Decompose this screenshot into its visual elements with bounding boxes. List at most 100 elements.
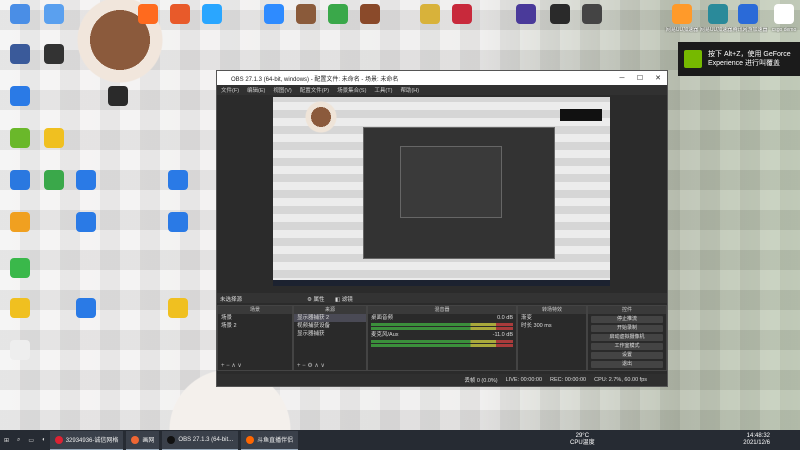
desktop-icon[interactable] [36,170,72,191]
menu-view[interactable]: 视图(V) [273,86,291,94]
menu-edit[interactable]: 编辑(E) [247,86,265,94]
desktop-icon[interactable] [2,86,38,107]
source-item[interactable]: 显示器捕获 [294,330,366,338]
menu-scene-collection[interactable]: 场景集合(S) [337,86,366,94]
desktop-icon[interactable] [194,4,230,25]
desktop-icon[interactable] [766,4,800,25]
desktop-icon[interactable] [68,298,104,319]
close-icon[interactable]: ✕ [649,74,667,82]
obs-menubar: 文件(F) 编辑(E) 视图(V) 配置文件(P) 场景集合(S) 工具(T) … [217,85,667,95]
menu-profile[interactable]: 配置文件(P) [300,86,329,94]
desktop-icon-caption: csgo demo [766,26,800,33]
desktop-icon[interactable] [508,4,544,25]
mixer-channel-2: 麦克风/Aux -11.0 dB [368,331,516,339]
menu-tools[interactable]: 工具(T) [374,86,392,94]
desktop-icon[interactable] [2,298,38,319]
app-icon [54,435,63,444]
app-icon [10,298,30,318]
taskbar-app-label: 画网 [142,438,155,444]
weather-widget[interactable]: 29°C CPU温度 [570,433,595,447]
search-icon[interactable]: ⌕ [13,430,24,450]
start-recording-button[interactable]: 开始录制 [591,325,663,332]
obs-preview[interactable] [273,97,610,286]
app-icon [10,212,30,232]
scenes-dock: 场景 场景 场景 2 + − ∧ ∨ [217,305,293,371]
menu-help[interactable]: 帮助(H) [400,86,419,94]
desktop-icon[interactable] [412,4,448,25]
taskbar-app[interactable]: OBS 27.1.3 (64-bit... [162,430,239,450]
app-icon [10,4,30,24]
scenes-footer: + − ∧ ∨ [221,363,242,369]
app-icon [774,4,794,24]
geforce-toast[interactable]: 按下 Alt+Z，使用 GeForce Experience 进行叫覆盖 [678,42,800,76]
app-icon [44,170,64,190]
obs-window[interactable]: OBS 27.1.3 (64-bit, windows) - 配置文件: 未命名… [216,70,668,387]
scene-item[interactable]: 场景 2 [218,322,292,330]
taskbar-app[interactable]: 斗鱼直播伴侣 [241,430,299,450]
channel-1-db: 0.0 dB [497,315,513,321]
task-view-icon[interactable]: ▭ [24,430,38,450]
source-item[interactable]: 显示器捕获 2 [294,314,366,322]
desktop-icon[interactable] [2,128,38,149]
desktop-icon[interactable] [68,170,104,191]
desktop-icon[interactable] [100,86,136,107]
desktop-icon[interactable] [664,4,700,25]
transitions-dock: 转场特效 渐变 时长 300 ms [517,305,587,371]
desktop-icon[interactable] [444,4,480,25]
duration-row[interactable]: 时长 300 ms [518,322,586,330]
nvidia-icon [684,50,702,68]
desktop-icon[interactable] [160,212,196,233]
desktop-icon[interactable] [36,4,72,25]
desktop-icon[interactable] [730,4,766,25]
app-icon [44,4,64,24]
desktop-icon[interactable] [2,340,38,361]
system-clock[interactable]: 14:48:32 2021/12/6 [743,433,770,447]
desktop-icon-label: csgo demo [771,27,797,33]
desktop-icon[interactable] [2,170,38,191]
studio-mode-button[interactable]: 工作室模式 [591,343,663,350]
desktop-icon[interactable] [542,4,578,25]
maximize-icon[interactable]: ☐ [631,74,649,82]
desktop-icon[interactable] [352,4,388,25]
virtual-camera-button[interactable]: 启动虚拟摄像机 [591,334,663,341]
app-icon [10,44,30,64]
desktop-icon[interactable] [2,4,38,25]
minimize-icon[interactable]: ─ [613,75,631,82]
obs-docks: 场景 场景 场景 2 + − ∧ ∨ 来源 显示器捕获 2 视频捕获设备 显示器… [217,305,667,371]
desktop-icon[interactable] [320,4,356,25]
desktop-icon[interactable] [256,4,292,25]
desktop-icon[interactable] [288,4,324,25]
scene-item[interactable]: 场景 [218,314,292,322]
desktop-icon[interactable] [130,4,166,25]
desktop-icon-caption: 网易UU加速器 [698,26,734,33]
obs-titlebar[interactable]: OBS 27.1.3 (64-bit, windows) - 配置文件: 未命名… [217,71,667,85]
edge-icon[interactable]: ◐ [38,430,50,450]
desktop-icon[interactable] [2,258,38,279]
stop-streaming-button[interactable]: 停止推流 [591,316,663,323]
settings-button[interactable]: 设置 [591,352,663,359]
desktop-icon[interactable] [68,212,104,233]
filters-button[interactable]: ◧ 滤镜 [335,295,353,303]
properties-button[interactable]: ⚙ 属性 [307,295,324,303]
taskbar-app[interactable]: 32934936-诚信网格 [49,430,124,450]
mixer-channel-1: 桌面音频 0.0 dB [368,314,516,322]
taskbar-app[interactable]: 画网 [126,430,160,450]
exit-button[interactable]: 退出 [591,361,663,368]
desktop-icon[interactable] [160,298,196,319]
desktop-icon[interactable] [162,4,198,25]
app-icon [10,258,30,278]
app-icon [328,4,348,24]
app-icon [167,435,176,444]
desktop-icon[interactable] [160,170,196,191]
menu-file[interactable]: 文件(F) [221,86,239,94]
desktop-icon[interactable] [36,44,72,65]
source-item[interactable]: 视频捕获设备 [294,322,366,330]
transitions-title: 转场特效 [518,306,586,314]
desktop-icon[interactable] [36,128,72,149]
desktop-icon[interactable] [2,44,38,65]
transition-select[interactable]: 渐变 [518,314,586,322]
desktop-icon[interactable] [574,4,610,25]
volume-meter [371,344,513,347]
start-button[interactable]: ⊞ [0,430,13,450]
desktop-icon[interactable] [2,212,38,233]
